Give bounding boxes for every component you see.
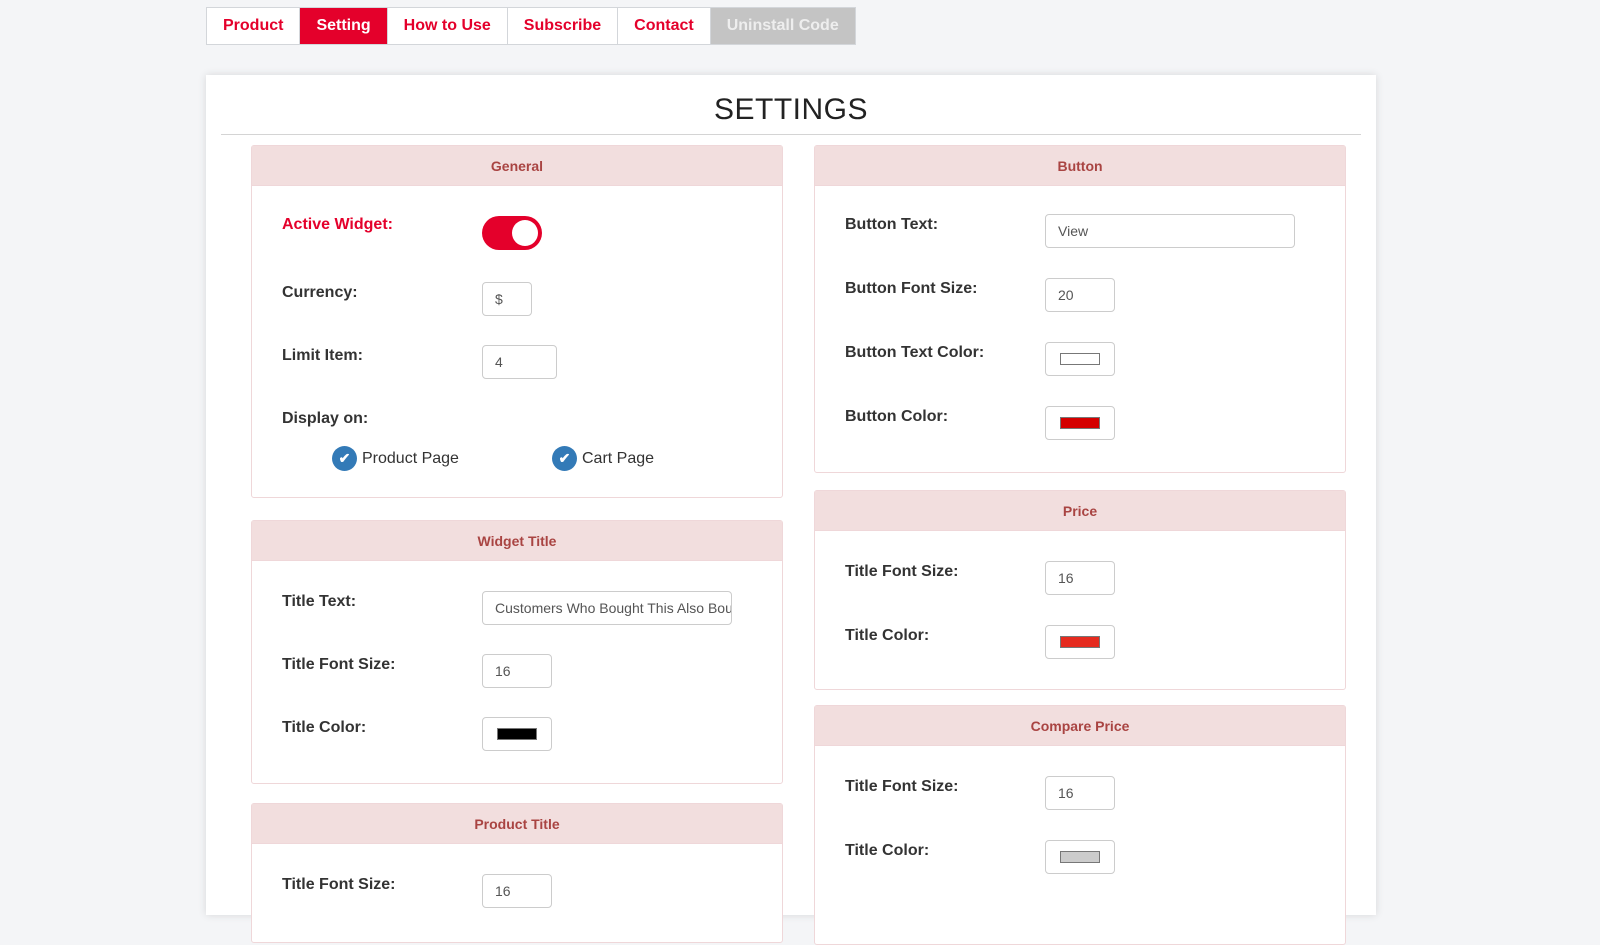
tab-product[interactable]: Product <box>207 8 301 44</box>
check-icon: ✔ <box>332 446 357 471</box>
display-on-cart-page-checkbox[interactable]: ✔ Cart Page <box>552 446 654 471</box>
color-swatch <box>497 728 537 740</box>
panel-general: General Active Widget: Currency: $ Limit… <box>251 145 783 498</box>
compare-price-font-size-label: Title Font Size: <box>845 778 959 795</box>
compare-price-color-row: Title Color: <box>845 840 1325 878</box>
price-color-label: Title Color: <box>845 627 930 644</box>
panel-heading: Widget Title <box>252 521 782 561</box>
limit-item-input[interactable]: 4 <box>482 345 557 379</box>
active-widget-toggle[interactable] <box>482 216 542 250</box>
button-text-color-picker[interactable] <box>1045 342 1115 376</box>
price-color-picker[interactable] <box>1045 625 1115 659</box>
panel-widget-title: Widget Title Title Text: Customers Who B… <box>251 520 783 784</box>
compare-price-color-label: Title Color: <box>845 842 930 859</box>
button-color-picker[interactable] <box>1045 406 1115 440</box>
toggle-knob <box>512 220 538 246</box>
compare-price-color-picker[interactable] <box>1045 840 1115 874</box>
active-widget-label: Active Widget: <box>282 216 393 233</box>
button-color-label: Button Color: <box>845 408 949 425</box>
title-divider <box>221 134 1361 135</box>
active-widget-row: Active Widget: <box>282 216 762 252</box>
display-on-product-page-checkbox[interactable]: ✔ Product Page <box>332 446 459 471</box>
currency-row: Currency: $ <box>282 282 762 320</box>
button-color-row: Button Color: <box>845 406 1325 444</box>
check-icon: ✔ <box>552 446 577 471</box>
compare-price-font-size-input[interactable]: 16 <box>1045 776 1115 810</box>
button-font-size-row: Button Font Size: 20 <box>845 278 1325 316</box>
panel-price: Price Title Font Size: 16 Title Color: <box>814 490 1346 690</box>
panel-button: Button Button Text: View Button Font Siz… <box>814 145 1346 473</box>
button-font-size-input[interactable]: 20 <box>1045 278 1115 312</box>
button-text-row: Button Text: View <box>845 214 1325 252</box>
button-text-label: Button Text: <box>845 216 939 233</box>
button-font-size-label: Button Font Size: <box>845 280 978 297</box>
top-nav-tabs: Product Setting How to Use Subscribe Con… <box>206 7 856 45</box>
tab-uninstall-code[interactable]: Uninstall Code <box>710 8 855 44</box>
panel-heading: General <box>252 146 782 186</box>
tab-setting[interactable]: Setting <box>300 8 388 44</box>
settings-card: SETTINGS General Active Widget: Currency… <box>206 75 1376 945</box>
panel-product-title: Product Title Title Font Size: 16 <box>251 803 783 943</box>
button-text-input[interactable]: View <box>1045 214 1295 248</box>
title-font-size-row: Title Font Size: 16 <box>282 654 762 692</box>
limit-item-row: Limit Item: 4 <box>282 345 762 383</box>
checkbox-label: Cart Page <box>582 449 655 467</box>
title-color-label: Title Color: <box>282 719 367 736</box>
color-swatch <box>1060 636 1100 648</box>
color-swatch <box>1060 353 1100 365</box>
title-font-size-input[interactable]: 16 <box>482 654 552 688</box>
title-text-input[interactable]: Customers Who Bought This Also Bought <box>482 591 732 625</box>
tab-contact[interactable]: Contact <box>618 8 711 44</box>
button-text-color-label: Button Text Color: <box>845 344 985 361</box>
title-text-row: Title Text: Customers Who Bought This Al… <box>282 591 762 629</box>
title-color-picker[interactable] <box>482 717 552 751</box>
page-title: SETTINGS <box>713 93 868 126</box>
panel-heading: Button <box>815 146 1345 186</box>
tab-how-to-use[interactable]: How to Use <box>387 8 508 44</box>
tab-subscribe[interactable]: Subscribe <box>507 8 619 44</box>
price-font-size-label: Title Font Size: <box>845 563 959 580</box>
price-font-size-input[interactable]: 16 <box>1045 561 1115 595</box>
price-font-size-row: Title Font Size: 16 <box>845 561 1325 599</box>
display-on-row: Display on: <box>282 410 762 446</box>
checkbox-label: Product Page <box>362 449 459 467</box>
display-on-label: Display on: <box>282 410 369 427</box>
currency-label: Currency: <box>282 284 358 301</box>
panel-compare-price: Compare Price Title Font Size: 16 Title … <box>814 705 1346 945</box>
panel-heading: Price <box>815 491 1345 531</box>
panel-heading: Compare Price <box>815 706 1345 746</box>
product-title-font-size-input[interactable]: 16 <box>482 874 552 908</box>
title-font-size-label: Title Font Size: <box>282 656 396 673</box>
price-color-row: Title Color: <box>845 625 1325 663</box>
compare-price-font-size-row: Title Font Size: 16 <box>845 776 1325 814</box>
color-swatch <box>1060 417 1100 429</box>
product-title-font-size-row: Title Font Size: 16 <box>282 874 762 912</box>
title-text-label: Title Text: <box>282 593 357 610</box>
product-title-font-size-label: Title Font Size: <box>282 876 396 893</box>
panel-heading: Product Title <box>252 804 782 844</box>
currency-input[interactable]: $ <box>482 282 532 316</box>
button-text-color-row: Button Text Color: <box>845 342 1325 380</box>
color-swatch <box>1060 851 1100 863</box>
limit-item-label: Limit Item: <box>282 347 363 364</box>
title-color-row: Title Color: <box>282 717 762 755</box>
